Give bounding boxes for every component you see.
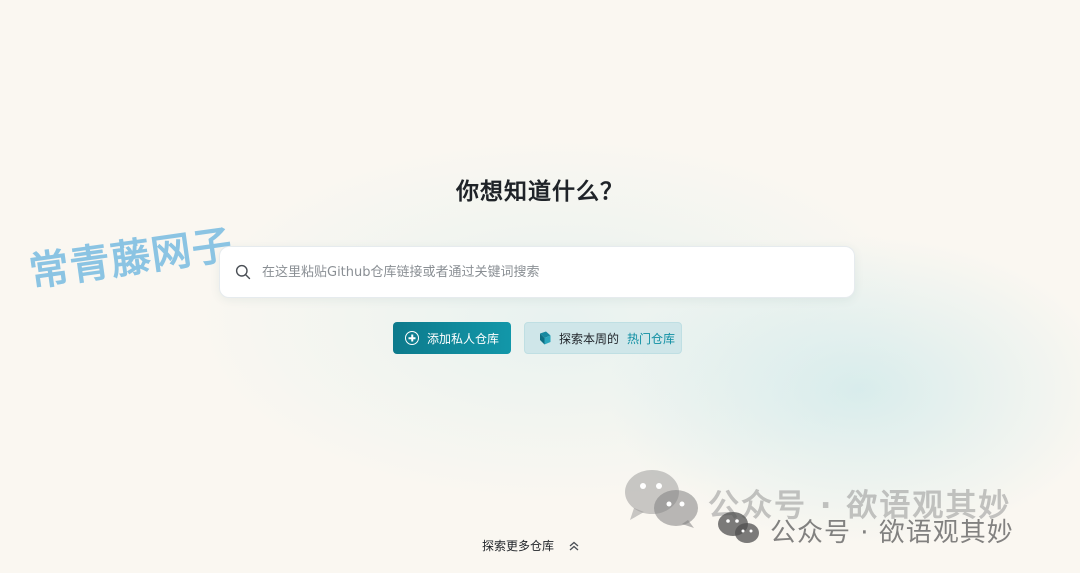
explore-more-repos-button[interactable]: 探索更多仓库 — [482, 537, 580, 554]
book-icon — [537, 330, 553, 346]
chevrons-up-icon — [568, 539, 580, 553]
search-box[interactable] — [219, 246, 855, 298]
search-icon — [234, 263, 252, 281]
plus-circle-icon — [405, 331, 419, 345]
page-title: 你想知道什么？ — [456, 179, 624, 205]
wechat-watermark: 公众号 · 欲语观其妙 公众号 · 欲语观其妙 — [620, 466, 1060, 556]
search-input[interactable] — [260, 256, 854, 288]
wechat-watermark-text-2: 公众号 · 欲语观其妙 — [770, 518, 1014, 548]
explore-hot-repos-button[interactable]: 探索本周的 热门仓库 — [524, 322, 682, 354]
explore-week-label: 探索本周的 — [559, 331, 620, 346]
logo-watermark: 常青藤网子 — [26, 221, 236, 297]
wechat-icon-small — [716, 510, 762, 550]
hot-repos-label: 热门仓库 — [627, 331, 676, 346]
wechat-icon — [622, 466, 702, 534]
add-private-repo-label: 添加私人仓库 — [427, 331, 500, 346]
explore-more-label: 探索更多仓库 — [482, 539, 555, 553]
add-private-repo-button[interactable]: 添加私人仓库 — [393, 322, 511, 354]
